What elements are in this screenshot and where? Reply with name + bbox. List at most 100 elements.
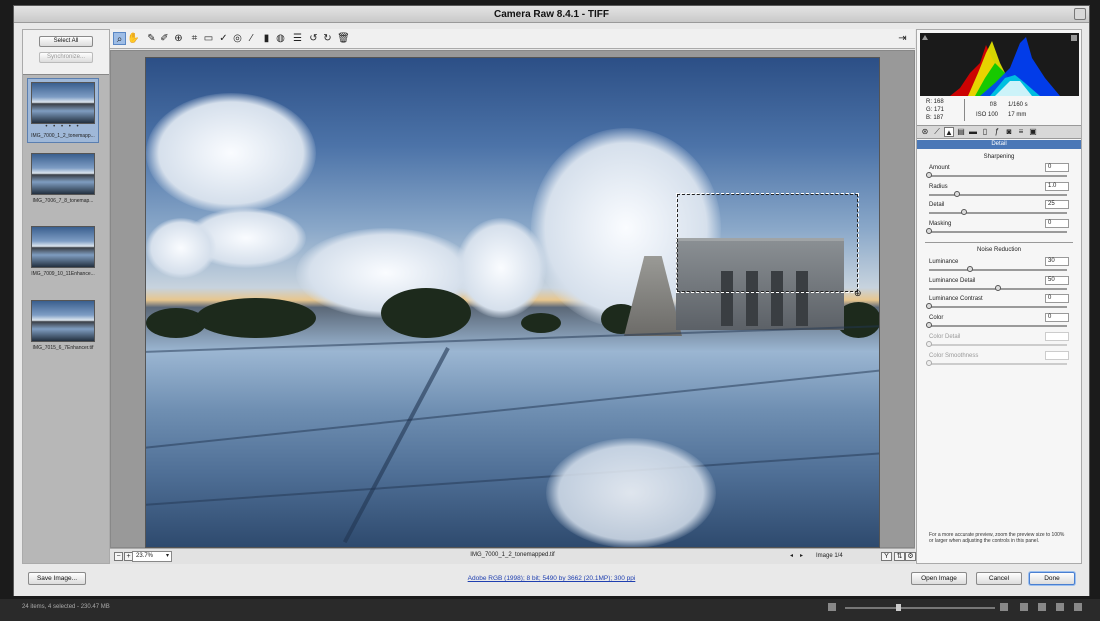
view-list-icon[interactable] [1056,603,1064,611]
slider-label: Amount [929,165,950,171]
histogram-graph [950,37,1060,96]
slider-track[interactable] [929,175,1067,177]
tab-lens-corrections[interactable]: ▯ [980,127,990,137]
slider-handle[interactable] [967,266,974,272]
view-grid-icon[interactable] [1020,603,1028,611]
slider-track[interactable] [929,325,1067,328]
red-eye-icon[interactable]: ◎ [231,32,244,45]
slider-value-field[interactable]: 0 [1045,163,1069,172]
slider-handle[interactable] [896,604,901,611]
tab-camera-calibration[interactable]: ◙ [1004,127,1014,137]
rotate-cw-icon[interactable]: ↻ [321,32,334,45]
filmstrip-panel: Select All Synchronize... • • • • • IMG_… [22,29,110,564]
filmstrip-thumbnail[interactable]: IMG_7006_7_8_tonemap... [27,153,99,204]
slider-handle[interactable] [960,209,967,216]
slider-track[interactable] [929,269,1067,271]
crop-icon[interactable]: ⌗ [188,32,201,45]
filmstrip-thumbnail[interactable]: • • • • • IMG_7000_1_2_tonemapp... [27,78,99,143]
slider-handle[interactable] [953,190,960,197]
zoom-selection-marquee[interactable] [676,193,859,293]
tool-bar: ⌕ ✋ ✎ ✐ ⊕ ⌗ ▭ ✓ ◎ ⁄ ▮ ◍ ☰ ↺ ↻ 🗑 ⇥ [110,29,915,49]
preview-area: ⊕ [110,50,915,548]
slider-label: Detail [929,202,945,209]
adjustment-brush-icon[interactable]: ⁄ [245,32,258,45]
slider-track [929,362,1067,365]
slider-handle[interactable] [995,284,1001,291]
trash-icon[interactable]: 🗑 [337,32,350,45]
tab-basic[interactable]: ⊛ [920,127,930,137]
slider-handle[interactable] [926,322,932,329]
slider-handle[interactable] [926,172,932,178]
slider-track[interactable] [929,193,1067,196]
blue-value: B: 187 [926,115,944,121]
image-preview[interactable]: ⊕ [145,57,880,548]
thumbnail-image [31,226,95,268]
image-counter: Image 1/4 [816,553,843,559]
thumbnail-size-icon[interactable] [828,603,836,611]
filmstrip-thumbnail[interactable]: IMG_7015_6_7Enhancer.tif [27,300,99,351]
slider-label: Color Detail [929,333,961,340]
targeted-adjustment-icon[interactable]: ⊕ [172,32,185,45]
tab-effects[interactable]: ƒ [992,127,1002,137]
spot-removal-icon[interactable]: ✓ [217,32,230,45]
highlight-clipping-icon[interactable] [1071,35,1077,41]
zoom-icon[interactable]: ⌕ [113,32,126,45]
star-rating[interactable]: • • • • • [28,124,98,130]
slider-label: Color [929,315,944,322]
slider-track[interactable] [929,212,1067,215]
tab-split-toning[interactable]: ▬ [968,127,978,137]
preview-status-bar: − + 23.7% ▾ IMG_7000_1_2_tonemapped.tif … [110,548,916,564]
select-all-button[interactable]: Select All [39,36,93,47]
tab-snapshots[interactable]: ▣ [1028,127,1038,137]
tab-hsl[interactable]: ▤ [956,127,966,137]
slider-value-field[interactable]: 50 [1045,275,1069,285]
window-title: Camera Raw 8.4.1 - TIFF [14,6,1089,23]
camera-raw-dialog: Camera Raw 8.4.1 - TIFF Select All Synch… [13,5,1090,596]
slider-track[interactable] [929,231,1067,234]
tab-tone-curve[interactable]: ⟋ [932,127,942,137]
slider-value-field [1045,350,1069,360]
slider-value-field[interactable]: 25 [1045,200,1069,210]
slider-track[interactable] [929,306,1067,309]
view-content-icon[interactable] [1074,603,1082,611]
previous-image-icon[interactable]: ◂ [790,551,793,562]
cancel-button[interactable]: Cancel [976,572,1022,585]
fullscreen-icon[interactable]: ⇥ [896,32,909,45]
radial-filter-icon[interactable]: ◍ [274,32,287,45]
white-balance-icon[interactable]: ✎ [145,32,158,45]
tab-presets[interactable]: ≡ [1016,127,1026,137]
slider-value-field[interactable]: 0 [1045,313,1069,323]
slider-value-field[interactable]: 1.0 [1045,181,1069,191]
color-sampler-icon[interactable]: ✐ [158,32,171,45]
slider-value-field[interactable]: 0 [1045,219,1069,229]
filmstrip-thumbnail[interactable]: IMG_7009_10_11Enhance... [27,226,99,277]
thumbnail-size-slider[interactable] [845,607,995,609]
toggle-settings-icon[interactable]: ⚙ [905,552,916,561]
swap-settings-icon[interactable]: ⇅ [894,552,905,561]
view-details-icon[interactable] [1038,603,1046,611]
straighten-icon[interactable]: ▭ [202,32,215,45]
synchronize-button[interactable]: Synchronize... [39,52,93,63]
open-image-button[interactable]: Open Image [911,572,967,585]
next-image-icon[interactable]: ▸ [800,551,803,562]
slider-handle[interactable] [926,303,932,310]
tab-detail[interactable]: ▲ [944,127,954,137]
graduated-filter-icon[interactable]: ▮ [260,32,273,45]
iso-value: ISO 100 [976,112,999,118]
rotate-ccw-icon[interactable]: ↺ [307,32,320,45]
before-after-icon[interactable]: Y [881,552,892,561]
slider-label: Color Smoothness [929,352,979,359]
noise-reduction-header: Noise Reduction [976,247,1022,253]
slider-value-field [1045,331,1069,341]
hand-icon[interactable]: ✋ [127,32,140,45]
image-navigation: ◂ ▸ Image 1/4 [790,551,870,562]
thumbnail-size-large-icon[interactable] [1000,603,1008,611]
slider-handle[interactable] [926,228,932,235]
slider-value-field[interactable]: 30 [1045,257,1069,266]
thumbnail-image [31,82,95,124]
preferences-icon[interactable]: ☰ [291,32,304,45]
done-button[interactable]: Done [1029,572,1075,585]
close-window-button[interactable] [1074,8,1086,20]
shadow-clipping-icon[interactable] [922,35,928,40]
slider-value-field[interactable]: 0 [1045,294,1069,304]
